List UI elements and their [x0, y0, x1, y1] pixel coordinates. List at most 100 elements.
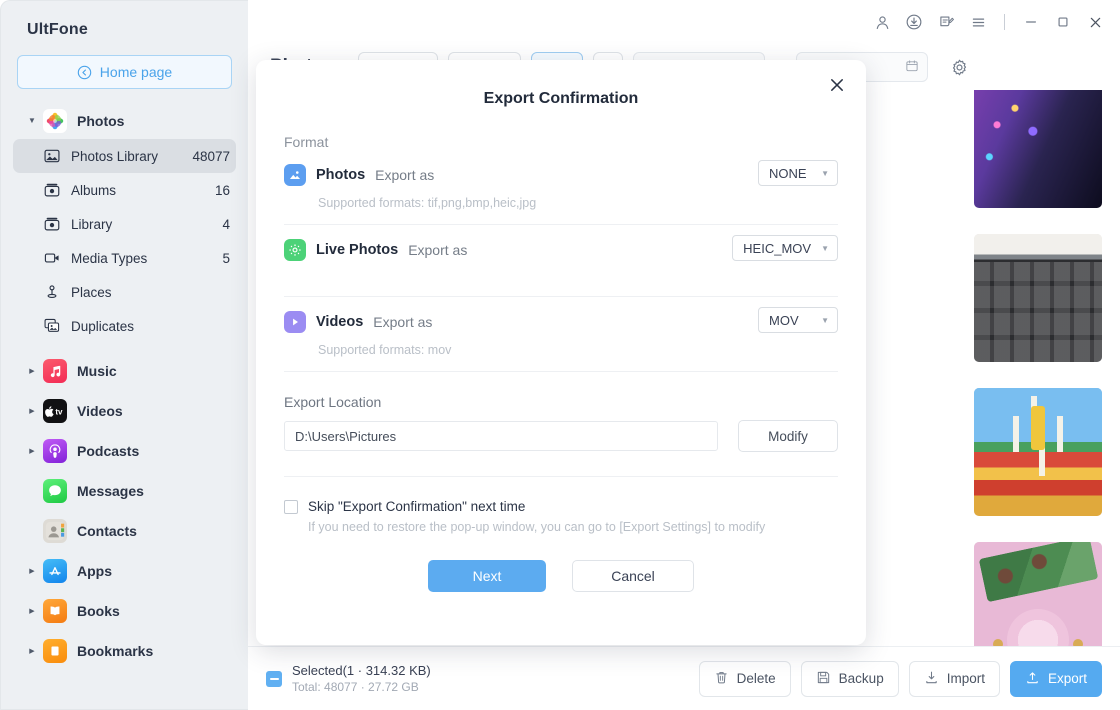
videos-format-select[interactable]: MOV ▼	[758, 307, 838, 333]
sidebar-item-photos-library[interactable]: Photos Library 48077	[13, 139, 236, 173]
selected-count-label: Selected(1 · 314.32 KB)	[292, 663, 431, 678]
appstore-app-icon	[43, 559, 67, 583]
ultfone-window: UltFone Home page ▼ Photos Photos Librar…	[0, 0, 1120, 710]
live-photos-format-select[interactable]: HEIC_MOV ▼	[732, 235, 838, 261]
sidebar-item-label: Library	[71, 216, 113, 232]
chevron-right-icon[interactable]	[25, 608, 39, 615]
sidebar-group-music[interactable]: Music	[11, 353, 238, 389]
keyboard-thumbnail[interactable]	[974, 234, 1102, 362]
select-all-checkbox[interactable]	[266, 670, 282, 687]
selection-info: Selected(1 · 314.32 KB) Total: 48077 · 2…	[292, 663, 431, 694]
total-count-label: Total: 48077 · 27.72 GB	[292, 680, 419, 694]
import-arrow-icon	[924, 670, 939, 688]
export-location-value: D:\Users\Pictures	[295, 428, 397, 444]
delete-button[interactable]: Delete	[698, 660, 791, 697]
library-icon	[43, 215, 61, 233]
delete-label: Delete	[736, 671, 776, 686]
windmill-vegetables-thumbnail[interactable]	[974, 388, 1102, 516]
photos-format-select[interactable]: NONE ▼	[758, 160, 838, 186]
sidebar-group-label: Videos	[77, 403, 123, 419]
media-types-icon	[43, 249, 61, 267]
sidebar-item-label: Albums	[71, 182, 117, 198]
backup-button[interactable]: Backup	[800, 660, 899, 697]
photos-format-icon	[284, 164, 306, 186]
svg-text:tv: tv	[55, 407, 63, 416]
sidebar-group-label: Books	[77, 603, 120, 619]
chevron-right-icon[interactable]	[25, 648, 39, 655]
sidebar-group-label: Bookmarks	[77, 643, 154, 659]
pink-table-setting-thumbnail[interactable]	[974, 542, 1102, 646]
calendar-icon	[905, 59, 919, 76]
modify-location-button[interactable]: Modify	[738, 420, 838, 452]
window-titlebar	[248, 0, 1120, 44]
download-icon[interactable]	[899, 7, 929, 37]
chevron-right-icon[interactable]	[25, 408, 39, 415]
sidebar-group-apps[interactable]: Apps	[11, 553, 238, 589]
photos-format-value: NONE	[769, 165, 807, 181]
bookmarks-app-icon	[43, 639, 67, 663]
app-brand-title: UltFone	[27, 21, 88, 38]
sidebar-group-messages[interactable]: Messages	[11, 473, 238, 509]
feedback-icon[interactable]	[931, 7, 961, 37]
skip-confirmation-row: Skip "Export Confirmation" next time	[284, 499, 838, 514]
sidebar-group-label: Photos	[77, 113, 125, 129]
photos-app-icon	[43, 109, 67, 133]
maximize-icon[interactable]	[1048, 7, 1078, 37]
chevron-right-icon[interactable]	[25, 368, 39, 375]
chevron-right-icon[interactable]	[25, 448, 39, 455]
home-page-label: Home page	[99, 64, 173, 80]
import-button[interactable]: Import	[908, 660, 1000, 697]
sidebar-item-albums[interactable]: Albums 16	[13, 173, 236, 207]
sidebar-item-library[interactable]: Library 4	[13, 207, 236, 241]
sidebar: UltFone Home page ▼ Photos Photos Librar…	[0, 0, 248, 710]
sidebar-item-duplicates[interactable]: Duplicates	[13, 309, 236, 343]
modal-close-button[interactable]	[822, 70, 852, 100]
places-pin-icon	[43, 283, 61, 301]
export-location-input[interactable]: D:\Users\Pictures	[284, 421, 718, 451]
sidebar-group-label: Music	[77, 363, 117, 379]
format-section-label: Format	[284, 134, 329, 150]
live-photos-format-value: HEIC_MOV	[743, 240, 812, 256]
export-confirmation-dialog: Export Confirmation Format Photos Export…	[256, 60, 866, 645]
sidebar-item-places[interactable]: Places	[13, 275, 236, 309]
messages-app-icon	[43, 479, 67, 503]
titlebar-divider	[1004, 14, 1005, 30]
minimize-icon[interactable]	[1016, 7, 1046, 37]
sidebar-group-bookmarks[interactable]: Bookmarks	[11, 633, 238, 669]
sidebar-item-count: 16	[214, 182, 230, 198]
trash-icon	[714, 670, 729, 688]
sidebar-group-videos[interactable]: tv Videos	[11, 393, 238, 429]
save-icon	[816, 670, 831, 688]
chevron-down-icon[interactable]	[25, 117, 39, 125]
next-button[interactable]: Next	[428, 560, 546, 592]
account-icon[interactable]	[867, 7, 897, 37]
menu-icon[interactable]	[963, 7, 993, 37]
format-row-name: Photos	[316, 167, 366, 183]
sidebar-group-books[interactable]: Books	[11, 593, 238, 629]
videos-format-icon	[284, 311, 306, 333]
cancel-button[interactable]: Cancel	[572, 560, 694, 592]
skip-confirmation-hint: If you need to restore the pop-up window…	[308, 520, 766, 534]
skip-confirmation-checkbox[interactable]	[284, 499, 298, 514]
sidebar-item-label: Photos Library	[71, 148, 159, 164]
format-row-export-as: Export as	[375, 167, 435, 183]
backup-label: Backup	[838, 671, 884, 686]
chevron-right-icon[interactable]	[25, 568, 39, 575]
export-button[interactable]: Export	[1009, 660, 1102, 697]
duplicates-icon	[43, 317, 61, 335]
sidebar-group-podcasts[interactable]: Podcasts	[11, 433, 238, 469]
sidebar-item-media-types[interactable]: Media Types 5	[13, 241, 236, 275]
sidebar-group-photos[interactable]: Photos	[11, 103, 238, 139]
sidebar-group-contacts[interactable]: Contacts	[11, 513, 238, 549]
format-row-supported: Supported formats: mov	[318, 343, 452, 357]
close-icon[interactable]	[1080, 7, 1110, 37]
modal-title: Export Confirmation	[483, 90, 639, 107]
appletv-app-icon: tv	[43, 399, 67, 423]
chevron-down-icon: ▼	[821, 168, 829, 178]
home-page-button[interactable]: Home page	[17, 55, 232, 89]
status-bar: Selected(1 · 314.32 KB) Total: 48077 · 2…	[248, 646, 1120, 710]
fireworks-thumbnail[interactable]	[974, 90, 1102, 208]
format-row-photos: Photos Export as Supported formats: tif,…	[284, 150, 838, 225]
gear-icon[interactable]	[944, 52, 974, 82]
sidebar-group-label: Contacts	[77, 523, 137, 539]
